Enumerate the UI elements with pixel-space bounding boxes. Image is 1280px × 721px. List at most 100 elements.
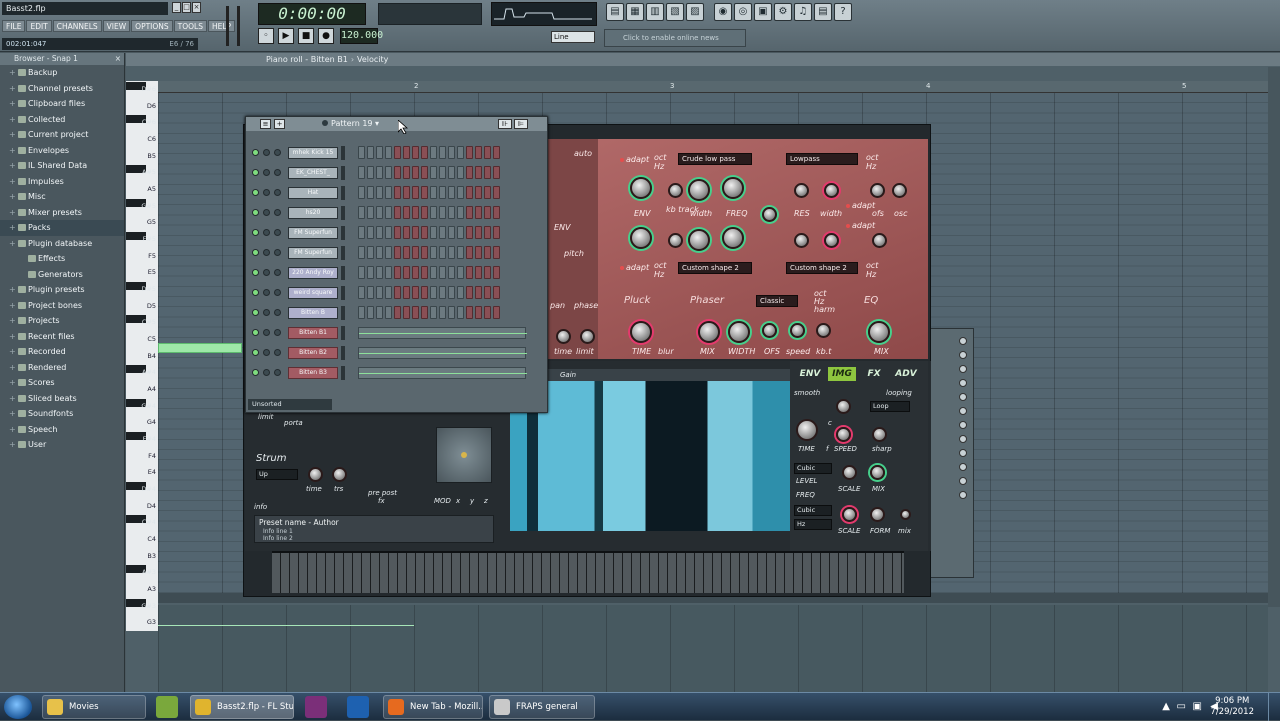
settings-gear-icon[interactable]: ⚙ — [774, 3, 792, 21]
step-button[interactable] — [430, 306, 437, 319]
phaser-width-knob[interactable] — [728, 321, 750, 343]
browser-item-recent-files[interactable]: + Recent files — [0, 329, 124, 345]
step-button[interactable] — [457, 206, 464, 219]
step-button[interactable] — [457, 306, 464, 319]
shape2-select[interactable]: Custom shape 2 — [786, 262, 858, 274]
form-knob[interactable] — [870, 507, 885, 522]
step-button[interactable] — [367, 146, 374, 159]
step-button[interactable] — [367, 186, 374, 199]
channel-select-indicator[interactable] — [341, 246, 345, 260]
pattern-selector[interactable]: Pattern 19 ▾ — [322, 119, 379, 128]
step-button[interactable] — [475, 306, 482, 319]
expand-icon[interactable]: + — [9, 220, 16, 236]
expand-icon[interactable]: + — [9, 437, 16, 453]
step-button[interactable] — [457, 266, 464, 279]
volume-knob[interactable] — [274, 349, 281, 356]
pan-knob[interactable] — [263, 209, 270, 216]
pan-knob[interactable] — [263, 189, 270, 196]
level-interp-select[interactable]: Cubic — [794, 463, 832, 474]
step-button[interactable] — [466, 166, 473, 179]
step-button[interactable] — [493, 266, 500, 279]
browser-item-collected[interactable]: + Collected — [0, 112, 124, 128]
browser-item-plugin-presets[interactable]: + Plugin presets — [0, 282, 124, 298]
browser-item-effects[interactable]: Effects — [0, 251, 124, 267]
browser-item-project-bones[interactable]: + Project bones — [0, 298, 124, 314]
freq2-knob[interactable] — [722, 227, 744, 249]
channel-name-button[interactable]: weird square — [288, 287, 338, 299]
step-button[interactable] — [466, 286, 473, 299]
step-button[interactable] — [421, 266, 428, 279]
level-mix-knob[interactable] — [870, 465, 885, 480]
volume-knob[interactable] — [274, 209, 281, 216]
expand-icon[interactable]: + — [9, 282, 16, 298]
width2-knob[interactable] — [688, 229, 710, 251]
loop-mode-select[interactable]: Loop — [870, 401, 910, 412]
project-info-icon[interactable]: ◉ — [714, 3, 732, 21]
pan-knob[interactable] — [263, 169, 270, 176]
phaser-ofs-knob[interactable] — [762, 323, 777, 338]
pan-knob[interactable] — [263, 269, 270, 276]
step-button[interactable] — [439, 206, 446, 219]
vertical-scrollbar[interactable] — [1268, 67, 1280, 607]
step-button[interactable] — [403, 306, 410, 319]
channel-name-button[interactable]: Hat — [288, 187, 338, 199]
step-button[interactable] — [385, 186, 392, 199]
record-icon[interactable]: ● — [318, 28, 334, 44]
menu-tools[interactable]: TOOLS — [173, 20, 207, 32]
volume-knob[interactable] — [274, 369, 281, 376]
snap-select[interactable]: Line — [551, 31, 595, 43]
channel-select-indicator[interactable] — [341, 346, 345, 360]
step-button[interactable] — [394, 286, 401, 299]
step-button[interactable] — [394, 146, 401, 159]
step-button[interactable] — [439, 226, 446, 239]
step-button[interactable] — [466, 206, 473, 219]
step-button[interactable] — [394, 206, 401, 219]
step-button[interactable] — [448, 246, 455, 259]
browser-close-icon[interactable]: × — [115, 53, 121, 65]
step-button[interactable] — [367, 206, 374, 219]
taskbar-item[interactable]: New Tab - Mozill... — [383, 695, 483, 719]
step-button[interactable] — [493, 246, 500, 259]
step-button[interactable] — [466, 146, 473, 159]
smooth-knob[interactable] — [836, 399, 851, 414]
channel-select-indicator[interactable] — [341, 366, 345, 380]
velocity-lane[interactable] — [158, 605, 1268, 692]
expand-icon[interactable]: + — [9, 112, 16, 128]
step-button[interactable] — [412, 166, 419, 179]
piano-keys[interactable]: D#6 D6 C#6 C6 B5 A#5 A5 G#5 G5 F#5 F5 E5 D#5 D5 C#5 C5 B… — [126, 81, 158, 631]
pan-knob[interactable] — [263, 149, 270, 156]
step-button[interactable] — [475, 186, 482, 199]
step-button[interactable] — [385, 306, 392, 319]
step-button[interactable] — [385, 226, 392, 239]
pan-knob[interactable] — [263, 249, 270, 256]
step-button[interactable] — [403, 246, 410, 259]
mixer-led[interactable] — [959, 379, 967, 387]
step-button[interactable] — [394, 306, 401, 319]
start-button-icon[interactable] — [4, 695, 32, 719]
step-button[interactable] — [403, 186, 410, 199]
step-button[interactable] — [412, 306, 419, 319]
xy-pad[interactable] — [436, 427, 492, 483]
volume-knob[interactable] — [274, 289, 281, 296]
expand-icon[interactable]: + — [9, 375, 16, 391]
browser-item-current-project[interactable]: + Current project — [0, 127, 124, 143]
step-button[interactable] — [403, 166, 410, 179]
mini-piano-roll[interactable] — [358, 327, 527, 339]
step-button[interactable] — [358, 146, 365, 159]
channel-select-indicator[interactable] — [341, 186, 345, 200]
step-button[interactable] — [493, 166, 500, 179]
volume-knob[interactable] — [274, 189, 281, 196]
mute-led[interactable] — [252, 229, 259, 236]
filter2-select[interactable]: Lowpass — [786, 153, 858, 165]
play-icon[interactable]: ▶ — [278, 28, 294, 44]
step-button[interactable] — [385, 246, 392, 259]
mixer-led[interactable] — [959, 449, 967, 457]
step-button[interactable] — [358, 186, 365, 199]
xy-cursor[interactable] — [461, 452, 467, 458]
step-button[interactable] — [412, 266, 419, 279]
step-button[interactable] — [466, 246, 473, 259]
step-button[interactable] — [484, 266, 491, 279]
channel-name-button[interactable]: mhek Kick 15 — [288, 147, 338, 159]
step-button[interactable] — [448, 226, 455, 239]
rack-menu-icon[interactable]: ≡ — [260, 119, 271, 129]
